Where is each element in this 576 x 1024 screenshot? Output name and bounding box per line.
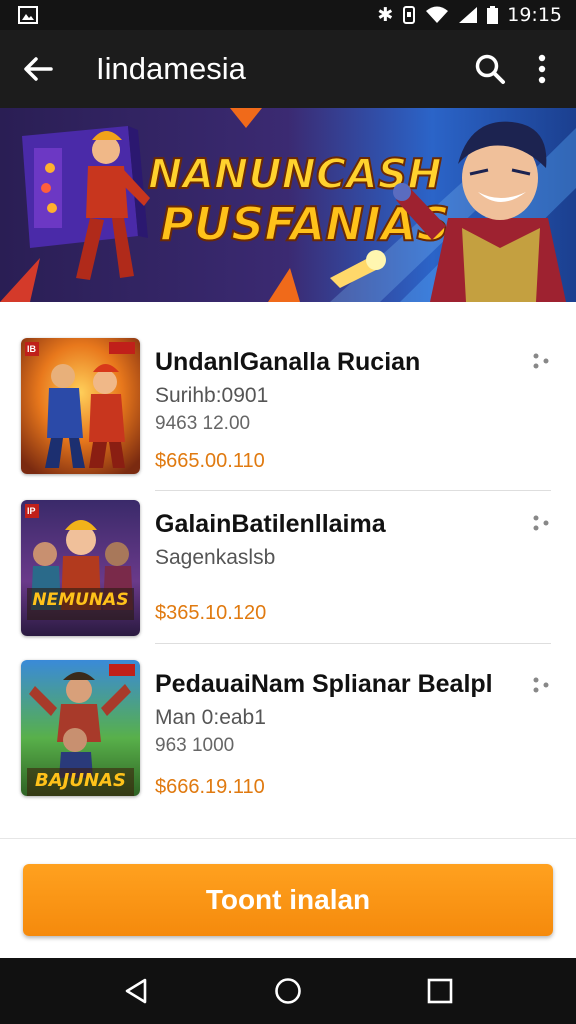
item-subtitle: Sagenkaslsb [155, 546, 276, 569]
list-item[interactable]: IP NEMUNAS GalainBatilenllaima Sagenkasl… [0, 480, 576, 636]
item-menu-button[interactable] [524, 668, 558, 702]
nav-home-button[interactable] [258, 961, 318, 1021]
item-subtitle: Man 0:eab1 [155, 706, 266, 729]
search-icon [475, 54, 505, 84]
app-title: Iindamesia [96, 51, 246, 86]
wifi-icon [426, 6, 449, 23]
overflow-menu-icon [533, 515, 549, 531]
item-title: PedauaiNam Splianar Bealpl [155, 670, 493, 698]
item-thumbnail: BAJUNAS [21, 660, 140, 796]
item-badge: IP [27, 506, 36, 516]
status-icons: ✱ 19:15 [377, 4, 562, 26]
item-meta: 9463 12.00 [155, 413, 251, 434]
bluetooth-icon: ✱ [377, 4, 394, 26]
list-item[interactable]: IB UndanlGanalla Rucian Surihb:0901 9463… [0, 318, 576, 474]
item-title: GalainBatilenllaima [155, 510, 386, 538]
nav-recents-button[interactable] [410, 961, 470, 1021]
item-price: $665.00.110 [155, 450, 265, 472]
nav-recents-icon [427, 978, 453, 1004]
nav-back-button[interactable] [106, 961, 166, 1021]
bottom-action-area: Toont inalan [0, 838, 576, 958]
system-nav-bar [0, 958, 576, 1024]
search-button[interactable] [464, 30, 516, 108]
overflow-menu-icon [533, 353, 549, 369]
more-vert-icon [538, 54, 546, 84]
more-options-button[interactable] [516, 30, 568, 108]
app-bar: Iindamesia [0, 30, 576, 108]
signal-icon [459, 7, 478, 23]
primary-action-button[interactable]: Toont inalan [23, 864, 553, 936]
item-thumbnail: IP NEMUNAS [21, 500, 140, 636]
image-icon [18, 6, 38, 24]
status-bar: ✱ 19:15 [0, 0, 576, 30]
promo-banner[interactable]: NANUNCASH PUSFANIAS [0, 108, 576, 302]
item-thumbnail: IB [21, 338, 140, 474]
list-item[interactable]: BAJUNAS PedauaiNam Splianar Bealpl Man 0… [0, 640, 576, 798]
item-box-text: NEMUNAS [32, 590, 129, 610]
overflow-menu-icon [533, 677, 549, 693]
item-title: UndanlGanalla Rucian [155, 348, 421, 376]
banner-artwork: NANUNCASH PUSFANIAS [0, 108, 576, 302]
battery-icon [487, 6, 499, 24]
nav-back-icon [125, 978, 147, 1004]
vibrate-icon [403, 6, 416, 24]
status-time: 19:15 [507, 4, 562, 26]
item-menu-button[interactable] [524, 344, 558, 378]
nav-home-icon [275, 978, 301, 1004]
item-price: $365.10.120 [155, 602, 267, 624]
item-meta: 963 1000 [155, 735, 235, 756]
item-price: $666.19.110 [155, 776, 265, 798]
item-menu-button[interactable] [524, 506, 558, 540]
item-subtitle: Surihb:0901 [155, 384, 269, 407]
item-box-text: BAJUNAS [35, 770, 126, 791]
item-badge: IB [27, 344, 36, 354]
back-arrow-icon [24, 57, 53, 81]
back-button[interactable] [0, 30, 76, 108]
status-left [18, 6, 38, 24]
